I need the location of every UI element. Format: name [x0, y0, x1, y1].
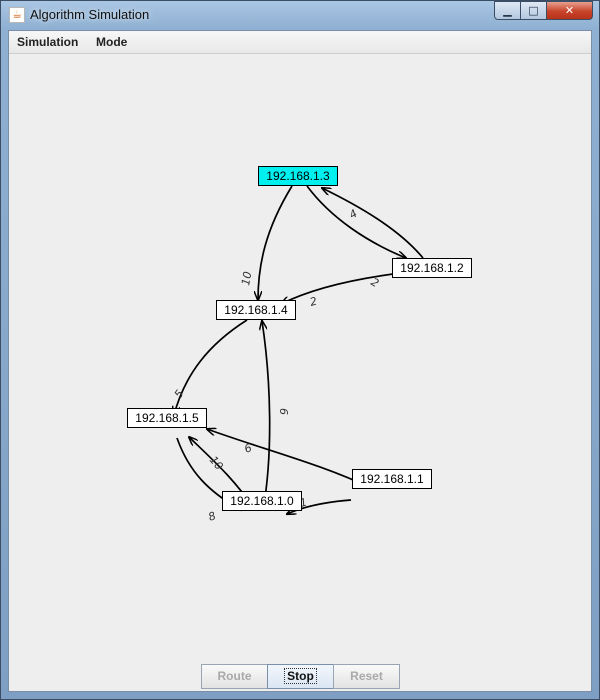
window-controls: ▁ □ ✕	[494, 1, 593, 21]
graph-canvas: 10 2 4 2 5 6 6 10 8 1 192.168.1.3 192.16…	[9, 54, 591, 654]
edge-3-to-4	[258, 185, 293, 300]
graph-node[interactable]: 192.168.1.4	[216, 300, 296, 320]
client-area: Simulation Mode 10 2 4 2 5 6 6 10 8 1 19…	[8, 30, 592, 692]
edge-4-to-5	[174, 319, 248, 415]
edge-weight-2-3: 4	[347, 207, 360, 222]
graph-node[interactable]: 192.168.1.1	[352, 469, 432, 489]
edge-weight-4-5: 5	[172, 388, 187, 401]
graph-node[interactable]: 192.168.1.2	[392, 258, 472, 278]
edge-weight-5-0: 8	[207, 509, 218, 524]
graph-node[interactable]: 192.168.1.0	[222, 491, 302, 511]
reset-button[interactable]: Reset	[333, 664, 400, 689]
stop-button-label: Stop	[284, 668, 317, 684]
edge-weight-0-4: 6	[277, 408, 290, 415]
graph-node[interactable]: 192.168.1.3	[258, 166, 338, 186]
menu-mode[interactable]: Mode	[96, 35, 127, 49]
edge-weight-1-5: 6	[243, 441, 254, 456]
graph-edges-layer: 10 2 4 2 5 6 6 10 8 1	[9, 185, 424, 524]
menu-bar: Simulation Mode	[9, 31, 591, 54]
route-button[interactable]: Route	[201, 664, 268, 689]
edge-2-to-3	[322, 188, 424, 259]
window-title: Algorithm Simulation	[30, 7, 150, 22]
edge-weight-2-4: 2	[308, 295, 318, 309]
maximize-button[interactable]: □	[521, 1, 547, 20]
app-window: ☕ Algorithm Simulation ▁ □ ✕ Simulation …	[0, 0, 600, 700]
title-bar[interactable]: ☕ Algorithm Simulation ▁ □ ✕	[1, 1, 599, 29]
graph-node[interactable]: 192.168.1.5	[127, 408, 207, 428]
stop-button[interactable]: Stop	[267, 664, 334, 689]
edge-weight-3-4: 10	[239, 270, 254, 286]
menu-simulation[interactable]: Simulation	[17, 35, 78, 49]
edge-3-to-2	[306, 185, 406, 258]
control-button-bar: Route Stop Reset	[201, 664, 400, 689]
close-button[interactable]: ✕	[547, 1, 593, 20]
java-cup-icon: ☕	[9, 7, 25, 23]
edge-0-to-4	[262, 321, 271, 511]
minimize-button[interactable]: ▁	[494, 1, 521, 20]
